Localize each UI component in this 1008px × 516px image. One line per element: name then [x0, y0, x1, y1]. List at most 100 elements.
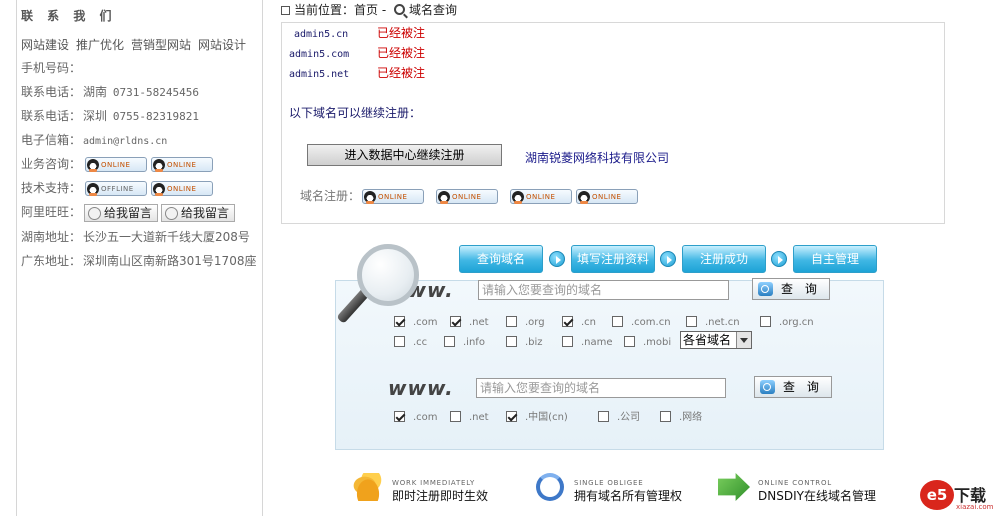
address-label: 广东地址： — [21, 254, 82, 268]
step-arrow-icon — [660, 251, 676, 267]
qq-penguin-icon — [153, 183, 166, 196]
magnifier-icon — [357, 244, 419, 306]
watermark-logo: e5 — [920, 480, 954, 510]
tld-checkbox-gongsi[interactable]: .公司 — [598, 411, 640, 425]
tld-checkbox-zhongguo[interactable]: .中国(cn) — [506, 411, 568, 425]
tld-checkbox-cc[interactable]: .cc — [394, 336, 427, 350]
wangwang-icon — [165, 206, 179, 220]
phone-region: 深圳 — [83, 109, 108, 123]
watermark-url: xiazai.com — [956, 503, 994, 511]
service-link-marketing[interactable]: 营销型网站 — [131, 38, 191, 52]
qq-penguin-icon — [512, 191, 525, 204]
phone-region: 湖南 — [83, 85, 108, 99]
consult-label: 业务咨询： — [21, 157, 82, 171]
tld-checkbox-com[interactable]: .com — [394, 316, 438, 330]
chevron-down-icon[interactable] — [736, 332, 751, 348]
qq-offline-badge[interactable]: OFFLINE — [85, 181, 148, 196]
feature-online-control: ONLINE CONTROL DNSDIY在线域名管理 — [718, 470, 878, 504]
result-row: admin5.cn 已经被注 — [294, 25, 425, 41]
step-fill-info[interactable]: 填写注册资料 — [571, 245, 655, 273]
qq-online-badge[interactable]: ONLINE — [151, 157, 214, 172]
feature-single-obligee: SINGLE OBLIGEE 拥有域名所有管理权 — [534, 470, 704, 504]
more-domains-label: 以下域名可以继续注册： — [289, 106, 422, 120]
coins-icon — [352, 473, 384, 501]
continue-register-button[interactable]: 进入数据中心继续注册 — [307, 144, 502, 166]
qq-online-badge[interactable]: ONLINE — [151, 181, 214, 196]
leave-message-button[interactable]: 给我留言 — [161, 203, 236, 222]
step-self-manage[interactable]: 自主管理 — [793, 245, 877, 273]
tld-checkbox-com-cn[interactable]: .com.cn — [612, 316, 671, 330]
site-watermark: e5 下载 xiazai.com — [920, 478, 1000, 514]
breadcrumb: 当前位置：首页 - 域名查询 — [281, 2, 457, 18]
tld-checkbox-org[interactable]: .org — [506, 316, 545, 330]
step-query-domain[interactable]: 查询域名 — [459, 245, 543, 273]
email-value[interactable]: admin@rldns.cn — [83, 136, 167, 147]
step-register-success[interactable]: 注册成功 — [682, 245, 766, 273]
phone-number: 0731-58245456 — [112, 86, 199, 99]
phone-shenzhen-row: 联系电话： 深圳 0755-82319821 — [21, 107, 199, 125]
aliwangwang-label: 阿里旺旺： — [21, 205, 82, 219]
breadcrumb-home[interactable]: 首页 — [354, 3, 378, 17]
qq-penguin-icon — [153, 159, 166, 172]
tld-checkbox-net[interactable]: .net — [450, 411, 489, 425]
address-value: 长沙五一大道新千线大厦208号 — [83, 230, 250, 244]
qq-penguin-icon — [438, 191, 451, 204]
registration-steps: 查询域名 填写注册资料 注册成功 自主管理 — [459, 245, 879, 275]
query-icon — [758, 282, 773, 296]
phone-label: 联系电话： — [21, 85, 82, 99]
domain-search-input[interactable]: 请输入您要查询的域名 — [478, 280, 729, 300]
province-domain-select[interactable]: 各省域名 — [680, 331, 752, 349]
query-button[interactable]: 查 询 — [754, 376, 832, 398]
qq-online-badge[interactable]: ONLINE — [362, 189, 425, 204]
recycle-icon — [536, 473, 564, 501]
arrow-icon — [718, 473, 750, 501]
leave-message-button[interactable]: 给我留言 — [84, 203, 159, 222]
qq-online-badge[interactable]: ONLINE — [576, 189, 639, 204]
feature-cn: 即时注册即时生效 — [392, 489, 489, 503]
wangwang-icon — [88, 206, 102, 220]
tld-checkbox-com[interactable]: .com — [394, 411, 438, 425]
domain-search-input-cn[interactable]: 请输入您要查询的域名 — [476, 378, 726, 398]
feature-work-immediately: WORK IMMEDIATELY 即时注册即时生效 — [352, 470, 522, 504]
result-domain: admin5.com — [289, 49, 350, 60]
query-icon — [760, 380, 775, 394]
tld-checkbox-org-cn[interactable]: .org.cn — [760, 316, 814, 330]
tld-checkbox-net-cn[interactable]: .net.cn — [686, 316, 740, 330]
qq-online-badge[interactable]: ONLINE — [436, 189, 499, 204]
contact-sidebar: 联 系 我 们 网站建设 推广优化 营销型网站 网站设计 手机号码： 联系电话： 湖南 … — [16, 0, 263, 516]
qq-online-badge[interactable]: ONLINE — [85, 157, 148, 172]
tld-checkbox-info[interactable]: .info — [444, 336, 485, 350]
search-icon — [394, 4, 406, 15]
address-label: 湖南地址： — [21, 230, 82, 244]
company-link[interactable]: 湖南锐菱网络科技有限公司 — [525, 149, 669, 166]
service-link-design[interactable]: 网站设计 — [198, 38, 246, 52]
result-status: 已经被注 — [377, 66, 426, 80]
consult-row: 业务咨询： ONLINE ONLINE — [21, 155, 214, 173]
tld-checkbox-wangluo[interactable]: .网络 — [660, 411, 702, 425]
query-button[interactable]: 查 询 — [752, 278, 830, 300]
domain-search-box: www. 请输入您要查询的域名 查 询 .com .net .org .cn .… — [335, 278, 884, 450]
service-link-seo[interactable]: 推广优化 — [76, 38, 124, 52]
tld-checkbox-net[interactable]: .net — [450, 316, 489, 330]
service-link-website[interactable]: 网站建设 — [21, 38, 69, 52]
tld-checkbox-mobi[interactable]: .mobi — [624, 336, 671, 350]
feature-en: WORK IMMEDIATELY — [392, 479, 476, 487]
tld-checkbox-biz[interactable]: .biz — [506, 336, 543, 350]
phone-hunan-row: 联系电话： 湖南 0731-58245456 — [21, 83, 199, 101]
qq-penguin-icon — [364, 191, 377, 204]
hunan-address-row: 湖南地址： 长沙五一大道新千线大厦208号 — [21, 228, 250, 246]
step-arrow-icon — [771, 251, 787, 267]
breadcrumb-bullet-icon — [281, 6, 290, 15]
tld-checkbox-cn[interactable]: .cn — [562, 316, 596, 330]
sidebar-title: 联 系 我 们 — [21, 9, 117, 23]
mobile-label: 手机号码： — [21, 61, 82, 75]
breadcrumb-current: 域名查询 — [409, 3, 458, 17]
www-prefix: www. — [388, 376, 454, 400]
guangdong-address-row: 广东地址： 深圳南山区南新路301号1708座 — [21, 252, 256, 270]
result-row: admin5.net 已经被注 — [289, 65, 425, 81]
domain-register-label: 域名注册： — [300, 189, 361, 203]
qq-penguin-icon — [87, 159, 100, 172]
feature-en: SINGLE OBLIGEE — [574, 479, 644, 487]
tld-checkbox-name[interactable]: .name — [562, 336, 613, 350]
qq-online-badge[interactable]: ONLINE — [510, 189, 573, 204]
